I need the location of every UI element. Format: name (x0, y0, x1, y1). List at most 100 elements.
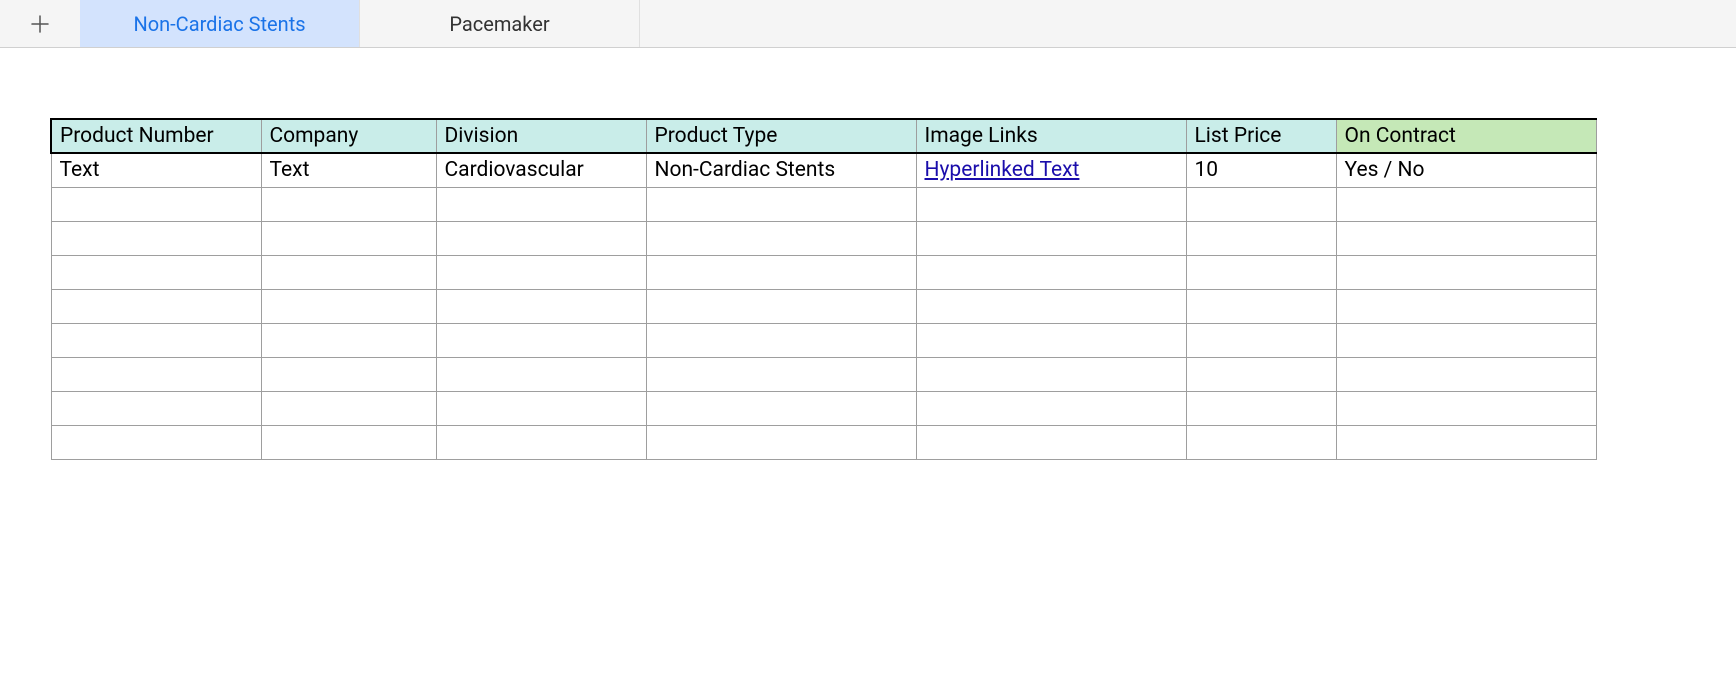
cell[interactable] (436, 425, 646, 459)
cell[interactable] (436, 255, 646, 289)
cell[interactable] (646, 221, 916, 255)
cell[interactable] (1336, 255, 1596, 289)
cell[interactable] (51, 289, 261, 323)
sheet-content: Product Number Company Division Product … (0, 48, 1736, 460)
cell[interactable] (51, 357, 261, 391)
cell-value: Yes / No (1345, 158, 1425, 182)
cell[interactable] (916, 289, 1186, 323)
header-label: Division (445, 124, 519, 148)
col-product-type[interactable]: Product Type (646, 119, 916, 153)
cell[interactable] (916, 425, 1186, 459)
table-row[interactable] (51, 425, 1596, 459)
table-row[interactable] (51, 221, 1596, 255)
cell[interactable] (51, 221, 261, 255)
cell[interactable] (916, 255, 1186, 289)
cell[interactable] (436, 221, 646, 255)
cell-product-number[interactable]: Text (51, 153, 261, 187)
table-row[interactable] (51, 255, 1596, 289)
cell[interactable] (261, 187, 436, 221)
cell[interactable] (1336, 391, 1596, 425)
hyperlink[interactable]: Hyperlinked Text (925, 158, 1080, 182)
cell[interactable] (1186, 391, 1336, 425)
cell[interactable] (1336, 323, 1596, 357)
cell-value: 10 (1195, 158, 1219, 182)
col-image-links[interactable]: Image Links (916, 119, 1186, 153)
cell[interactable] (436, 391, 646, 425)
col-company[interactable]: Company (261, 119, 436, 153)
cell[interactable] (1186, 289, 1336, 323)
cell[interactable] (261, 323, 436, 357)
cell-value: Hyperlinked Text (925, 158, 1080, 182)
cell[interactable] (1336, 425, 1596, 459)
table-row[interactable] (51, 391, 1596, 425)
cell[interactable] (646, 187, 916, 221)
tab-bar: Non-Cardiac Stents Pacemaker (0, 0, 1736, 48)
cell[interactable] (51, 391, 261, 425)
cell[interactable] (916, 357, 1186, 391)
cell[interactable] (1336, 187, 1596, 221)
cell-value: Text (60, 158, 100, 182)
cell[interactable] (51, 187, 261, 221)
cell[interactable] (261, 289, 436, 323)
cell[interactable] (261, 255, 436, 289)
cell[interactable] (916, 187, 1186, 221)
cell[interactable] (646, 323, 916, 357)
cell-value: Cardiovascular (445, 158, 584, 182)
cell[interactable] (261, 391, 436, 425)
table-row[interactable] (51, 289, 1596, 323)
cell[interactable] (261, 425, 436, 459)
cell[interactable] (51, 255, 261, 289)
cell[interactable] (646, 391, 916, 425)
header-label: List Price (1195, 124, 1282, 148)
cell[interactable] (646, 425, 916, 459)
cell[interactable] (436, 187, 646, 221)
cell[interactable] (51, 323, 261, 357)
cell[interactable] (646, 289, 916, 323)
cell[interactable] (1186, 323, 1336, 357)
data-table[interactable]: Product Number Company Division Product … (50, 118, 1597, 460)
cell[interactable] (646, 357, 916, 391)
cell[interactable] (261, 357, 436, 391)
cell[interactable] (1186, 425, 1336, 459)
cell[interactable] (261, 221, 436, 255)
cell[interactable] (436, 357, 646, 391)
cell-company[interactable]: Text (261, 153, 436, 187)
cell-product-type[interactable]: Non-Cardiac Stents (646, 153, 916, 187)
cell[interactable] (1336, 221, 1596, 255)
tab-non-cardiac-stents[interactable]: Non-Cardiac Stents (80, 0, 360, 47)
cell-division[interactable]: Cardiovascular (436, 153, 646, 187)
cell-list-price[interactable]: 10 (1186, 153, 1336, 187)
col-product-number[interactable]: Product Number (51, 119, 261, 153)
cell[interactable] (436, 289, 646, 323)
cell[interactable] (916, 221, 1186, 255)
cell[interactable] (1336, 357, 1596, 391)
tab-pacemaker[interactable]: Pacemaker (360, 0, 640, 47)
table-row[interactable]: Text Text Cardiovascular Non-Cardiac Ste… (51, 153, 1596, 187)
cell[interactable] (1186, 255, 1336, 289)
table-row[interactable] (51, 357, 1596, 391)
table-header-row: Product Number Company Division Product … (51, 119, 1596, 153)
col-on-contract[interactable]: On Contract (1336, 119, 1596, 153)
cell[interactable] (1186, 221, 1336, 255)
cell[interactable] (916, 391, 1186, 425)
cell[interactable] (51, 425, 261, 459)
plus-icon (31, 15, 49, 33)
cell[interactable] (436, 323, 646, 357)
header-label: On Contract (1345, 124, 1456, 148)
tab-label: Pacemaker (449, 12, 549, 36)
cell-image-links[interactable]: Hyperlinked Text (916, 153, 1186, 187)
cell[interactable] (646, 255, 916, 289)
table-row[interactable] (51, 187, 1596, 221)
cell[interactable] (1336, 289, 1596, 323)
cell[interactable] (1186, 357, 1336, 391)
add-tab-button[interactable] (0, 0, 80, 47)
col-division[interactable]: Division (436, 119, 646, 153)
cell[interactable] (1186, 187, 1336, 221)
cell-on-contract[interactable]: Yes / No (1336, 153, 1596, 187)
cell[interactable] (916, 323, 1186, 357)
cell-value: Non-Cardiac Stents (655, 158, 836, 182)
col-list-price[interactable]: List Price (1186, 119, 1336, 153)
table-row[interactable] (51, 323, 1596, 357)
header-label: Product Number (60, 124, 214, 148)
cell-value: Text (270, 158, 310, 182)
